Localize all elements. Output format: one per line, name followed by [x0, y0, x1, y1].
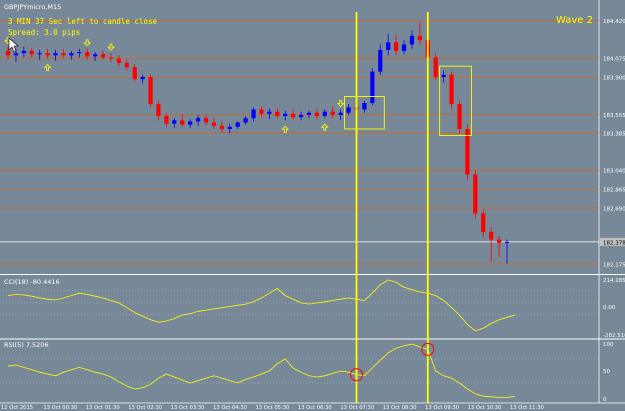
bear-candle [275, 111, 280, 116]
price-tick-label: 182.865 [603, 188, 625, 194]
bull-candle [401, 44, 407, 51]
cci-mid-label: 0.00 [603, 305, 616, 311]
bear-candle [45, 53, 50, 56]
bull-candle [188, 121, 193, 125]
bull-candle [346, 107, 351, 113]
bear-candle [457, 104, 462, 129]
bear-candle [259, 109, 264, 114]
bear-candle [124, 62, 129, 68]
bull-candle [378, 49, 383, 72]
bull-candle [362, 103, 367, 110]
price-tick-label: 182.175 [603, 262, 625, 268]
cci-max-label: 214.1858 [603, 278, 625, 284]
bear-candle [394, 42, 399, 51]
bull-candle [37, 53, 42, 55]
time-tick-label: 13 Oct 00:30 [43, 405, 77, 411]
bull-candle [227, 126, 232, 129]
bear-candle [29, 51, 34, 55]
bull-candle [172, 120, 177, 124]
time-tick-label: 12 Oct 2015 [1, 405, 33, 411]
price-tick-label: 183.555 [603, 113, 625, 119]
window-title: GBPJPYmicro,M15 [4, 3, 61, 11]
bear-candle [291, 113, 296, 118]
bear-candle [5, 51, 11, 56]
bear-candle [203, 118, 209, 123]
bear-candle [449, 74, 454, 105]
price-tick-label: 184.420 [603, 19, 625, 25]
bear-candle [132, 67, 137, 80]
bear-candle [496, 239, 502, 243]
bull-candle [235, 122, 240, 127]
bull-candle [243, 118, 248, 123]
time-tick-label: 13 Oct 11:30 [510, 405, 544, 411]
cci-min-label: -282.5109 [603, 333, 625, 339]
bear-candle [433, 57, 438, 77]
bear-candle [417, 35, 422, 41]
bear-candle [489, 231, 494, 240]
time-tick-label: 13 Oct 08:30 [383, 405, 417, 411]
bear-candle [116, 58, 121, 63]
bull-candle [251, 109, 256, 119]
bear-candle [156, 104, 161, 116]
rsi-min-label: 0 [603, 397, 607, 403]
current-price-label: 182.378 [603, 240, 625, 246]
price-tick-label: 183.385 [603, 131, 625, 137]
bear-candle [108, 57, 114, 59]
bull-candle [13, 53, 19, 56]
bull-candle [298, 114, 304, 118]
bear-candle [180, 120, 185, 125]
time-tick-label: 13 Oct 03:30 [171, 405, 205, 411]
bull-candle [93, 54, 98, 57]
bear-candle [330, 111, 335, 115]
time-tick-label: 13 Oct 06:30 [298, 405, 332, 411]
bull-candle [322, 111, 327, 116]
bear-candle [473, 174, 478, 214]
rsi-max-label: 100 [603, 342, 614, 348]
rsi-label: RSI(5) 7.5206 [4, 341, 49, 349]
bull-candle [306, 112, 312, 115]
time-tick-label: 13 Oct 09:30 [425, 405, 459, 411]
bull-candle [140, 77, 145, 80]
bull-candle [370, 71, 375, 103]
bear-candle [100, 54, 106, 58]
time-tick-label: 13 Oct 04:30 [213, 405, 247, 411]
bull-candle [77, 52, 82, 54]
bull-candle [386, 42, 391, 50]
price-tick-label: 184.075 [603, 57, 625, 63]
bull-candle [53, 53, 58, 56]
bull-candle [441, 74, 446, 77]
bull-candle [69, 53, 74, 56]
time-tick-label: 13 Oct 07:30 [340, 405, 374, 411]
bull-candle [409, 35, 415, 45]
spread-text: Spread: 3.0 pips [8, 28, 80, 37]
bull-candle [195, 118, 201, 122]
bull-candle [504, 241, 510, 243]
bear-candle [481, 213, 486, 232]
bear-candle [314, 112, 320, 116]
time-tick-label: 13 Oct 01:30 [86, 405, 120, 411]
wave-label: Wave 2 [556, 15, 593, 26]
candle-timer-text: 3 MIN 37 Sec left to candle close [8, 17, 157, 26]
bull-candle [338, 112, 343, 115]
bear-candle [211, 122, 217, 126]
chart-background [0, 0, 625, 411]
cci-label: CCI(18) -80.4416 [4, 278, 60, 286]
bear-candle [85, 52, 90, 57]
bear-candle [61, 53, 66, 56]
bear-candle [164, 116, 169, 124]
time-tick-label: 13 Oct 05:30 [256, 405, 290, 411]
bull-candle [21, 51, 26, 54]
bear-candle [148, 77, 153, 105]
price-tick-label: 182.690 [603, 207, 625, 213]
price-tick-label: 183.040 [603, 169, 625, 175]
bear-candle [219, 125, 224, 129]
bull-candle [267, 111, 272, 114]
time-tick-label: 13 Oct 02:30 [128, 405, 162, 411]
time-tick-label: 13 Oct 10:30 [468, 405, 502, 411]
bull-candle [283, 113, 288, 116]
rsi-mid-label: 50 [603, 369, 610, 375]
chart-canvas: 184.420 184.075 183.900 183.555 183.385 183.0… [0, 0, 625, 411]
price-tick-label: 183.900 [603, 76, 625, 82]
